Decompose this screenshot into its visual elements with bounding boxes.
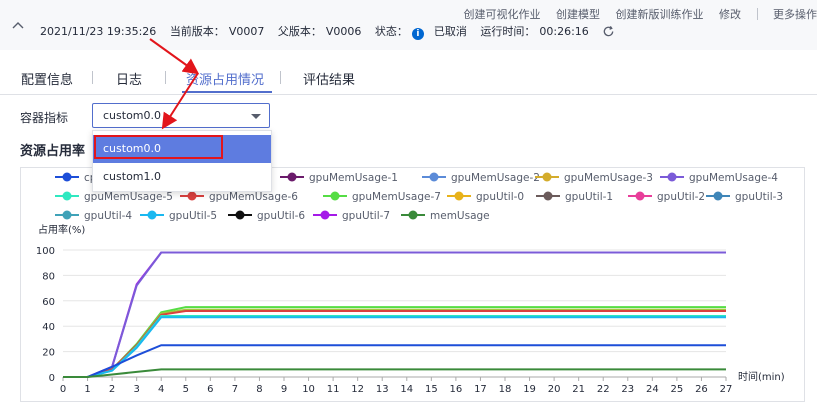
legend-label: gpuUtil-0: [476, 191, 524, 203]
x-tick-label: 22: [597, 384, 610, 395]
series-line-memUsage: [63, 368, 726, 378]
legend-swatch-dot: [713, 191, 723, 201]
legend-label: gpuMemUsage-5: [84, 191, 173, 203]
legend-swatch-dot: [62, 172, 72, 182]
legend-swatch-dot: [667, 172, 677, 182]
x-tick-label: 10: [302, 384, 315, 395]
x-tick-label: 26: [695, 384, 708, 395]
legend-label: gpuMemUsage-6: [209, 191, 298, 203]
series-line-cpuUsage: [63, 344, 726, 378]
option-label: custom1.0: [103, 170, 162, 183]
y-tick-label: 60: [42, 297, 55, 308]
legend-label: gpuUtil-3: [735, 191, 783, 203]
resource-usage-chart: cpuUsagegpuMemUsage-0gpuMemUsage-1gpuMem…: [36, 172, 785, 395]
x-axis-label: 时间(min): [738, 370, 785, 383]
y-tick-label: 20: [42, 348, 55, 359]
legend-swatch-dot: [147, 210, 157, 220]
legend-swatch-dot: [454, 191, 464, 201]
x-tick-label: 0: [60, 384, 66, 395]
x-tick-label: 14: [400, 384, 413, 395]
legend-swatch-dot: [320, 210, 330, 220]
x-tick-label: 2: [109, 384, 115, 395]
y-tick-label: 40: [42, 322, 55, 333]
x-tick-label: 17: [474, 384, 487, 395]
legend-label: gpuMemUsage-1: [309, 172, 398, 184]
dropdown-option-custom1[interactable]: custom1.0: [93, 163, 271, 191]
legend-swatch-dot: [543, 191, 553, 201]
x-tick-label: 25: [671, 384, 684, 395]
legend-label: gpuMemUsage-3: [564, 172, 653, 184]
x-tick-label: 19: [523, 384, 536, 395]
x-tick-label: 4: [158, 384, 164, 395]
legend-swatch-dot: [287, 172, 297, 182]
x-tick-label: 1: [84, 384, 90, 395]
series-line-gpuMemUsage-5: [63, 315, 726, 378]
series-line-gpuMemUsage-6: [63, 309, 726, 378]
legend-swatch-dot: [408, 210, 418, 220]
y-axis-label: 占用率(%): [38, 223, 85, 236]
x-tick-label: 24: [646, 384, 659, 395]
series-line-gpuMemUsage-0: [63, 308, 726, 378]
legend-swatch-dot: [235, 210, 245, 220]
legend-label: gpuMemUsage-7: [352, 191, 441, 203]
x-tick-label: 9: [281, 384, 287, 395]
x-tick-label: 3: [133, 384, 139, 395]
x-tick-label: 21: [572, 384, 585, 395]
legend-label: gpuUtil-2: [657, 191, 705, 203]
legend-label: gpuUtil-4: [84, 210, 132, 222]
legend-swatch-dot: [187, 191, 197, 201]
legend-swatch-dot: [62, 210, 72, 220]
legend-label: gpuUtil-7: [342, 210, 390, 222]
legend-swatch-dot: [429, 172, 439, 182]
x-tick-label: 12: [351, 384, 364, 395]
legend-label: gpuMemUsage-2: [451, 172, 540, 184]
x-tick-label: 18: [499, 384, 512, 395]
legend-label: gpuMemUsage-4: [689, 172, 778, 184]
y-tick-label: 80: [42, 271, 55, 282]
y-tick-label: 0: [49, 373, 55, 384]
x-tick-label: 13: [376, 384, 389, 395]
legend-swatch-dot: [542, 172, 552, 182]
x-tick-label: 15: [425, 384, 438, 395]
y-tick-label: 100: [36, 246, 55, 257]
legend-swatch-dot: [635, 191, 645, 201]
legend-swatch-dot: [62, 191, 72, 201]
x-tick-label: 6: [207, 384, 213, 395]
x-tick-label: 5: [183, 384, 189, 395]
legend-label: gpuUtil-1: [565, 191, 613, 203]
x-tick-label: 23: [621, 384, 634, 395]
x-tick-label: 8: [256, 384, 262, 395]
x-tick-label: 7: [232, 384, 238, 395]
legend-label: gpuUtil-6: [257, 210, 305, 222]
x-tick-label: 11: [327, 384, 340, 395]
legend-label: memUsage: [430, 210, 490, 222]
legend-swatch-dot: [330, 191, 340, 201]
highlight-box: [94, 135, 223, 159]
legend-label: gpuUtil-5: [169, 210, 217, 222]
x-tick-label: 16: [450, 384, 463, 395]
x-tick-label: 20: [548, 384, 561, 395]
x-tick-label: 27: [720, 384, 733, 395]
